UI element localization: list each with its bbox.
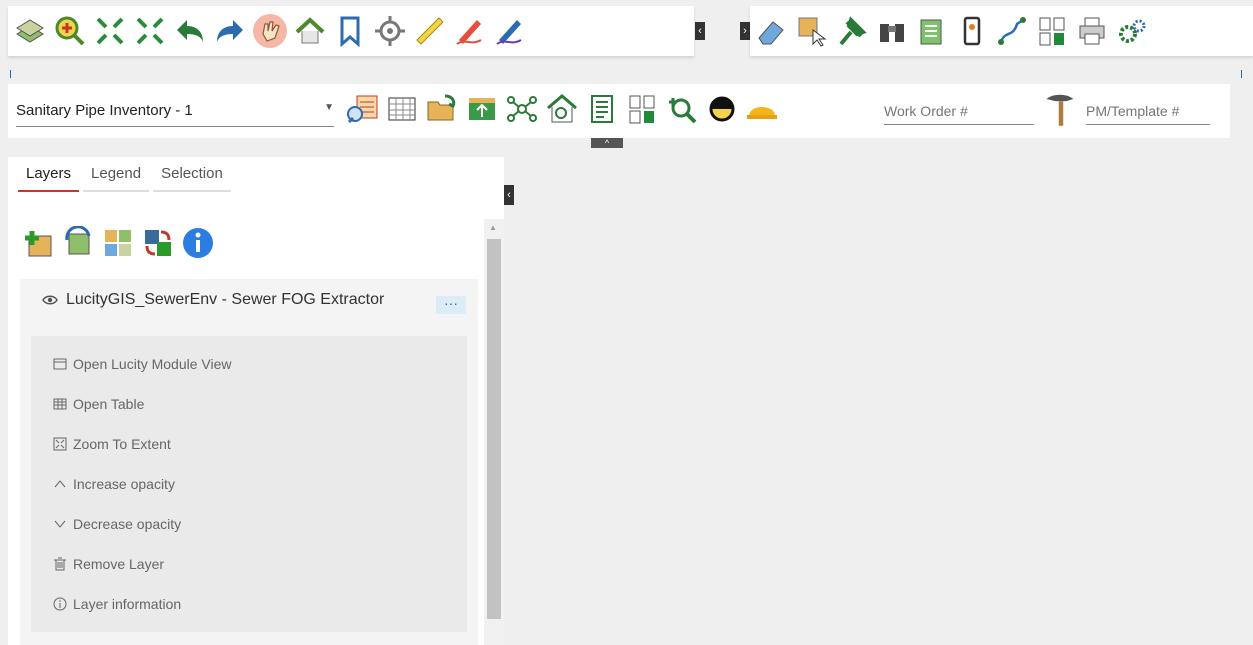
export-icon[interactable]	[464, 89, 500, 129]
inventory-select-value: Sanitary Pipe Inventory - 1	[16, 101, 193, 119]
expand-right-toolbar-icon[interactable]: ›	[740, 22, 750, 40]
draw-blue-pen-icon[interactable]	[492, 11, 528, 51]
hammer-icon[interactable]	[1042, 90, 1082, 130]
tab-selection[interactable]: Selection	[153, 163, 231, 192]
binoculars-icon[interactable]	[874, 11, 910, 51]
layer-actions-menu: Open Lucity Module View Open Table Zoom …	[31, 336, 467, 632]
locate-icon[interactable]	[372, 11, 408, 51]
chevron-up-icon	[54, 480, 66, 488]
window-icon	[53, 358, 67, 370]
print-icon[interactable]	[1074, 11, 1110, 51]
full-extent-icon[interactable]	[132, 11, 168, 51]
menu-item-decrease-opacity[interactable]: Decrease opacity	[53, 516, 181, 532]
home-search-icon[interactable]	[544, 89, 580, 129]
compare-icon[interactable]	[1034, 11, 1070, 51]
add-layer-icon[interactable]	[20, 223, 56, 263]
menu-item-increase-opacity[interactable]: Increase opacity	[53, 476, 175, 492]
mobile-icon[interactable]	[954, 11, 990, 51]
scrollbar-thumb[interactable]	[487, 239, 501, 619]
hard-hat-icon[interactable]	[744, 89, 780, 129]
layer-list-icon[interactable]	[914, 11, 950, 51]
table-icon	[53, 398, 67, 410]
open-folder-icon[interactable]	[424, 89, 460, 129]
menu-item-remove-layer[interactable]: Remove Layer	[53, 556, 164, 572]
work-order-input[interactable]	[884, 98, 1034, 125]
collapse-panel-icon[interactable]: ‹	[504, 185, 514, 205]
eye-icon[interactable]	[42, 292, 58, 308]
map-edge-marker	[1241, 70, 1242, 78]
basemap-gallery-icon[interactable]	[100, 223, 136, 263]
documents-icon[interactable]	[624, 89, 660, 129]
measure-ruler-icon[interactable]	[412, 11, 448, 51]
menu-item-open-table[interactable]: Open Table	[53, 396, 144, 412]
scroll-up-arrow[interactable]: ▲	[489, 223, 497, 232]
info-icon	[53, 597, 67, 611]
refresh-layers-icon[interactable]	[60, 223, 96, 263]
layer-options-button[interactable]: ···	[436, 296, 466, 314]
trash-icon	[54, 557, 66, 571]
layer-card: LucityGIS_SewerEnv - Sewer FOG Extractor…	[20, 279, 478, 645]
undo-icon[interactable]	[172, 11, 208, 51]
map-toolbar-right	[750, 6, 1253, 56]
inventory-select[interactable]: Sanitary Pipe Inventory - 1 ▼	[16, 94, 334, 127]
zoom-add-icon[interactable]	[664, 89, 700, 129]
swap-layers-icon[interactable]	[140, 223, 176, 263]
layer-row[interactable]: LucityGIS_SewerEnv - Sewer FOG Extractor	[42, 291, 384, 309]
redo-icon[interactable]	[212, 11, 248, 51]
main-toolbar: Sanitary Pipe Inventory - 1 ▼	[8, 84, 1230, 138]
collapse-toolbar-icon[interactable]: ^	[591, 138, 623, 148]
layers-panel: Layers Legend Selection LucityGIS_SewerE…	[8, 157, 504, 645]
pm-template-input[interactable]	[1086, 98, 1210, 125]
network-trace-icon[interactable]	[504, 89, 540, 129]
map-toolbar-left	[8, 6, 694, 56]
basemap-icon[interactable]	[12, 11, 48, 51]
search-layer-icon[interactable]	[344, 89, 380, 129]
route-icon[interactable]	[994, 11, 1030, 51]
settings-icon[interactable]	[1114, 11, 1150, 51]
eraser-icon[interactable]	[754, 11, 790, 51]
bookmark-icon[interactable]	[332, 11, 368, 51]
home-icon[interactable]	[292, 11, 328, 51]
table-icon[interactable]	[384, 89, 420, 129]
zoom-extent-icon	[53, 437, 67, 451]
menu-item-open-module-view[interactable]: Open Lucity Module View	[53, 356, 232, 372]
pan-hand-icon[interactable]	[252, 11, 288, 51]
menu-item-zoom-to-extent[interactable]: Zoom To Extent	[53, 436, 171, 452]
layer-title-text: LucityGIS_SewerEnv - Sewer FOG Extractor	[66, 291, 385, 308]
info-icon[interactable]	[180, 223, 216, 263]
chevron-down-icon: ▼	[324, 102, 334, 113]
zoom-in-icon[interactable]	[52, 11, 88, 51]
tab-layers[interactable]: Layers	[18, 163, 80, 192]
chevron-down-icon	[54, 520, 66, 528]
call-center-icon[interactable]	[704, 89, 740, 129]
panel-tabs: Layers Legend Selection	[18, 163, 235, 192]
tab-legend[interactable]: Legend	[83, 163, 150, 192]
map-edge-marker	[10, 70, 11, 78]
report-icon[interactable]	[584, 89, 620, 129]
pin-icon[interactable]	[834, 11, 870, 51]
select-features-icon[interactable]	[794, 11, 830, 51]
zoom-to-selection-icon[interactable]	[92, 11, 128, 51]
collapse-left-toolbar-icon[interactable]: ‹	[695, 22, 705, 40]
draw-red-pen-icon[interactable]	[452, 11, 488, 51]
menu-item-layer-information[interactable]: Layer information	[53, 596, 181, 612]
panel-scrollbar[interactable]: ▲	[484, 219, 504, 645]
